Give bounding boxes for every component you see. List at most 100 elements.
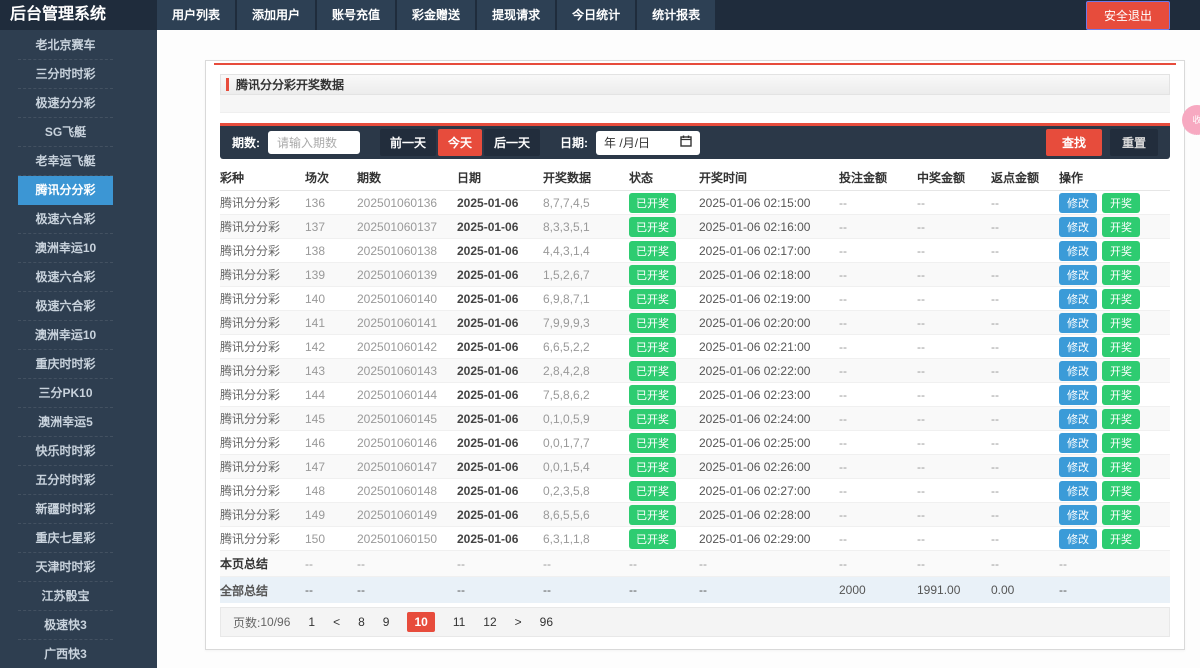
issue-input[interactable] — [268, 131, 360, 154]
draw-button[interactable]: 开奖 — [1102, 265, 1140, 285]
nav-tab-用户列表[interactable]: 用户列表 — [157, 0, 235, 30]
next-day-button[interactable]: 后一天 — [484, 129, 540, 156]
sidebar-item-澳洲幸运10[interactable]: 澳洲幸运10 — [18, 321, 113, 350]
draw-button[interactable]: 开奖 — [1102, 217, 1140, 237]
column-header-期数: 期数 — [357, 169, 457, 186]
page-item-10[interactable]: 10 — [407, 612, 434, 632]
edit-button[interactable]: 修改 — [1059, 193, 1097, 213]
page-item-96[interactable]: 96 — [540, 615, 553, 629]
table-row: 腾讯分分彩1392025010601392025-01-061,5,2,6,7已… — [220, 263, 1170, 287]
draw-button[interactable]: 开奖 — [1102, 385, 1140, 405]
draw-button[interactable]: 开奖 — [1102, 193, 1140, 213]
sidebar-item-极速六合彩[interactable]: 极速六合彩 — [18, 292, 113, 321]
status-badge: 已开奖 — [629, 433, 676, 453]
nav-tab-账号充值[interactable]: 账号充值 — [317, 0, 395, 30]
draw-button[interactable]: 开奖 — [1102, 409, 1140, 429]
table-row: 腾讯分分彩1472025010601472025-01-060,0,1,5,4已… — [220, 455, 1170, 479]
column-header-操作: 操作 — [1059, 169, 1169, 186]
reset-button[interactable]: 重置 — [1110, 129, 1158, 156]
edit-button[interactable]: 修改 — [1059, 241, 1097, 261]
sidebar-item-腾讯分分彩[interactable]: 腾讯分分彩 — [18, 176, 113, 205]
cell-issue: 202501060149 — [357, 508, 457, 522]
edit-button[interactable]: 修改 — [1059, 505, 1097, 525]
cell-win-amount: -- — [917, 388, 991, 402]
sidebar-item-极速分分彩[interactable]: 极速分分彩 — [18, 89, 113, 118]
sidebar-item-广西快3[interactable]: 广西快3 — [18, 640, 113, 668]
nav-tab-提现请求[interactable]: 提现请求 — [477, 0, 555, 30]
date-picker-input[interactable]: 年 /月/日 — [596, 131, 700, 155]
draw-button[interactable]: 开奖 — [1102, 505, 1140, 525]
cell-round: 146 — [305, 436, 357, 450]
cell-status: 已开奖 — [629, 385, 699, 405]
sidebar-item-极速快3[interactable]: 极速快3 — [18, 611, 113, 640]
edit-button[interactable]: 修改 — [1059, 217, 1097, 237]
draw-button[interactable]: 开奖 — [1102, 337, 1140, 357]
page-item->[interactable]: > — [515, 615, 522, 629]
nav-tab-彩金赠送[interactable]: 彩金赠送 — [397, 0, 475, 30]
cell-draw-time: 2025-01-06 02:27:00 — [699, 484, 839, 498]
cell-bet-amount: -- — [839, 268, 917, 282]
edit-button[interactable]: 修改 — [1059, 337, 1097, 357]
sidebar-item-快乐时时彩[interactable]: 快乐时时彩 — [18, 437, 113, 466]
cell-status: 已开奖 — [629, 433, 699, 453]
edit-button[interactable]: 修改 — [1059, 433, 1097, 453]
draw-button[interactable]: 开奖 — [1102, 289, 1140, 309]
sidebar-item-澳洲幸运5[interactable]: 澳洲幸运5 — [18, 408, 113, 437]
edit-button[interactable]: 修改 — [1059, 313, 1097, 333]
draw-button[interactable]: 开奖 — [1102, 481, 1140, 501]
logout-button[interactable]: 安全退出 — [1086, 1, 1170, 30]
prev-day-button[interactable]: 前一天 — [380, 129, 436, 156]
edit-button[interactable]: 修改 — [1059, 289, 1097, 309]
cell-bet-amount: -- — [839, 484, 917, 498]
page-item-12[interactable]: 12 — [483, 615, 496, 629]
sidebar-item-老幸运飞艇[interactable]: 老幸运飞艇 — [18, 147, 113, 176]
total-summary-row: 全部总结------------20001991.000.00-- — [220, 577, 1170, 603]
cell-date: 2025-01-06 — [457, 508, 543, 522]
cell-numbers: 6,9,8,7,1 — [543, 292, 629, 306]
page-item-1[interactable]: 1 — [308, 615, 315, 629]
cell-bet-amount: -- — [839, 436, 917, 450]
sidebar-item-江苏骰宝[interactable]: 江苏骰宝 — [18, 582, 113, 611]
edit-button[interactable]: 修改 — [1059, 481, 1097, 501]
page-item-9[interactable]: 9 — [383, 615, 390, 629]
sidebar-item-三分PK10[interactable]: 三分PK10 — [18, 379, 113, 408]
status-badge: 已开奖 — [629, 217, 676, 237]
sidebar-item-五分时时彩[interactable]: 五分时时彩 — [18, 466, 113, 495]
nav-tab-今日统计[interactable]: 今日统计 — [557, 0, 635, 30]
sidebar-item-极速六合彩[interactable]: 极速六合彩 — [18, 263, 113, 292]
page-item-<[interactable]: < — [333, 615, 340, 629]
search-button[interactable]: 查找 — [1046, 129, 1102, 156]
page-item-11[interactable]: 11 — [453, 615, 465, 629]
sidebar-item-重庆七星彩[interactable]: 重庆七星彩 — [18, 524, 113, 553]
sidebar-item-三分时时彩[interactable]: 三分时时彩 — [18, 60, 113, 89]
table-body: 腾讯分分彩1362025010601362025-01-068,7,7,4,5已… — [220, 191, 1170, 551]
today-button[interactable]: 今天 — [438, 129, 482, 156]
edit-button[interactable]: 修改 — [1059, 409, 1097, 429]
status-badge: 已开奖 — [629, 529, 676, 549]
draw-button[interactable]: 开奖 — [1102, 241, 1140, 261]
sidebar-item-天津时时彩[interactable]: 天津时时彩 — [18, 553, 113, 582]
edit-button[interactable]: 修改 — [1059, 457, 1097, 477]
cell-status: 已开奖 — [629, 241, 699, 261]
page-item-8[interactable]: 8 — [358, 615, 365, 629]
sidebar-item-澳洲幸运10[interactable]: 澳洲幸运10 — [18, 234, 113, 263]
draw-button[interactable]: 开奖 — [1102, 529, 1140, 549]
draw-button[interactable]: 开奖 — [1102, 433, 1140, 453]
cell-date: 2025-01-06 — [457, 484, 543, 498]
sidebar-item-新疆时时彩[interactable]: 新疆时时彩 — [18, 495, 113, 524]
edit-button[interactable]: 修改 — [1059, 265, 1097, 285]
status-badge: 已开奖 — [629, 313, 676, 333]
sidebar-item-极速六合彩[interactable]: 极速六合彩 — [18, 205, 113, 234]
edit-button[interactable]: 修改 — [1059, 385, 1097, 405]
draw-button[interactable]: 开奖 — [1102, 457, 1140, 477]
edit-button[interactable]: 修改 — [1059, 529, 1097, 549]
edit-button[interactable]: 修改 — [1059, 361, 1097, 381]
sidebar-item-SG飞艇[interactable]: SG飞艇 — [18, 118, 113, 147]
sidebar-item-重庆时时彩[interactable]: 重庆时时彩 — [18, 350, 113, 379]
sidebar-item-老北京赛车[interactable]: 老北京赛车 — [18, 31, 113, 60]
draw-button[interactable]: 开奖 — [1102, 361, 1140, 381]
nav-tab-添加用户[interactable]: 添加用户 — [237, 0, 315, 30]
cell-round: 140 — [305, 292, 357, 306]
nav-tab-统计报表[interactable]: 统计报表 — [637, 0, 715, 30]
draw-button[interactable]: 开奖 — [1102, 313, 1140, 333]
